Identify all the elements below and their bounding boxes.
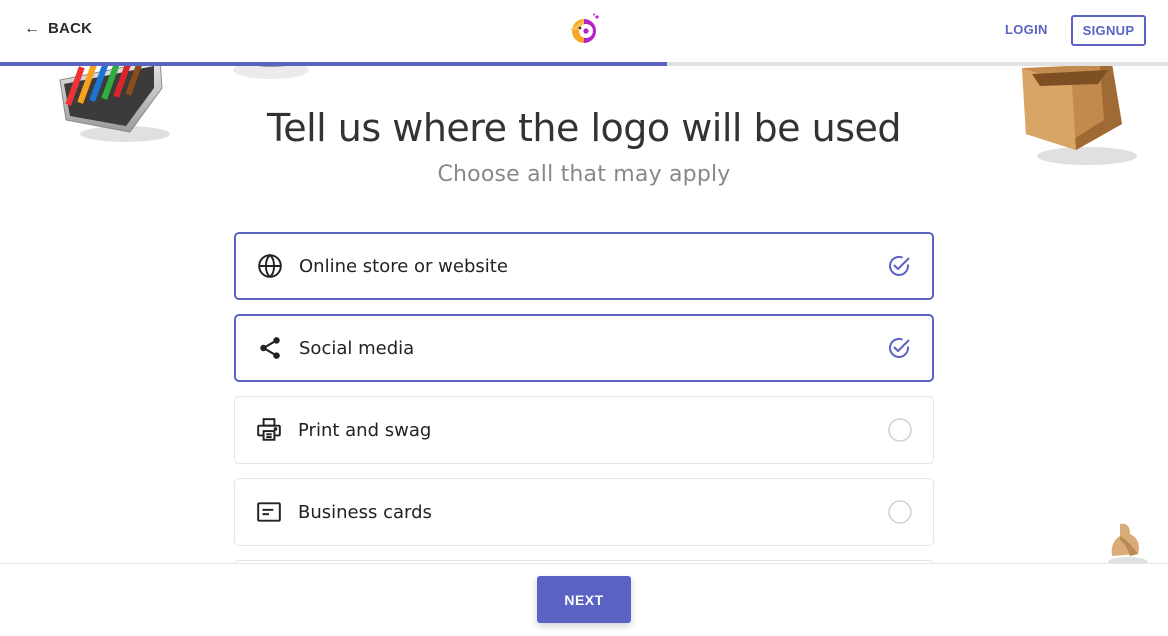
shadow-shape-illustration <box>233 62 309 79</box>
empty-circle-icon <box>888 418 912 442</box>
option-print-and-swag[interactable]: Print and swag <box>234 396 934 464</box>
printer-icon <box>256 417 282 443</box>
wooden-box-illustration <box>1022 64 1137 165</box>
option-label: Business cards <box>298 501 432 523</box>
arrow-left-icon: ← <box>24 19 40 37</box>
globe-icon <box>257 253 283 279</box>
check-circle-icon <box>889 256 910 276</box>
pencil-tin-illustration <box>59 60 170 142</box>
login-link[interactable]: LOGIN <box>1005 22 1048 37</box>
share-icon <box>257 335 283 361</box>
option-label: Online store or website <box>299 255 508 277</box>
next-button[interactable]: NEXT <box>537 576 631 623</box>
brand-logo[interactable] <box>566 13 602 45</box>
back-label: BACK <box>48 20 93 37</box>
wooden-figure-illustration <box>1108 523 1148 567</box>
option-label: Social media <box>299 337 415 359</box>
option-label: Print and swag <box>298 419 432 441</box>
empty-circle-icon <box>888 500 912 524</box>
back-button[interactable]: ← BACK <box>24 20 92 37</box>
check-circle-icon <box>889 338 910 358</box>
signup-button[interactable]: SIGNUP <box>1071 15 1146 46</box>
option-social-media[interactable]: Social media <box>234 314 934 382</box>
footer-bar: NEXT <box>0 563 1168 636</box>
option-online-store[interactable]: Online store or website <box>234 232 934 300</box>
usage-options-list: Online store or website Social media Pri… <box>234 232 934 614</box>
option-business-cards[interactable]: Business cards <box>234 478 934 546</box>
page-subtitle: Choose all that may apply <box>437 162 731 187</box>
business-card-icon <box>256 499 282 525</box>
progress-fill <box>0 62 667 66</box>
top-bar: ← BACK LOGIN SIGNUP <box>0 0 1168 62</box>
progress-bar <box>0 62 1168 66</box>
